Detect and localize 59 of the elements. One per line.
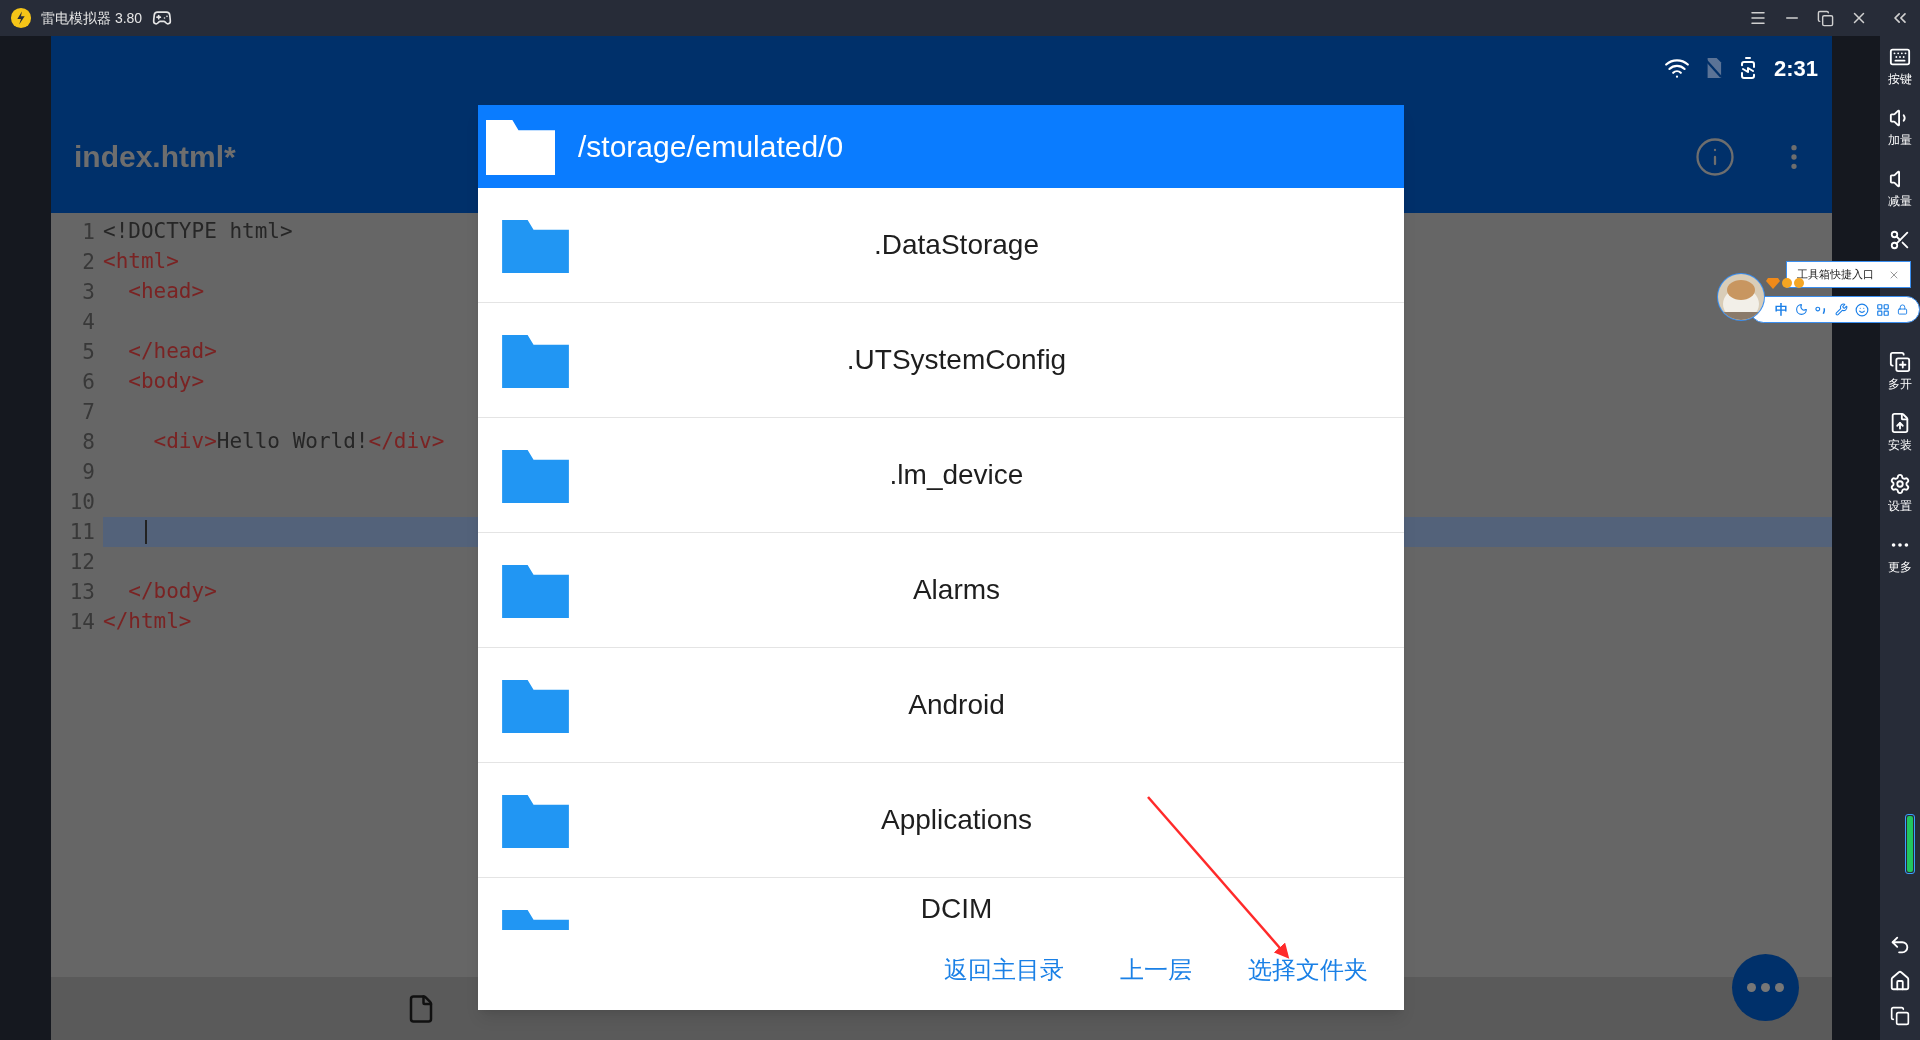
clock: 2:31 [1773, 54, 1818, 83]
wrench-icon[interactable] [1835, 303, 1848, 316]
code-line: <!DOCTYPE html> [103, 218, 293, 246]
folder-icon [502, 562, 569, 618]
code-line: </head> [127, 338, 217, 366]
code-line: <body> [127, 368, 205, 396]
code-line: <head> [127, 278, 205, 306]
punctuation-icon[interactable] [1815, 304, 1828, 315]
file-title: index.html* [74, 139, 236, 175]
grid-icon[interactable] [1876, 302, 1890, 317]
code-line: <div>Hello World!</div> [152, 428, 445, 456]
sidebar-label[interactable]: 更多 [1888, 558, 1912, 576]
dialog-button[interactable]: 选择文件夹 [1248, 952, 1368, 988]
sidebar-label[interactable]: 设置 [1888, 497, 1912, 515]
sidebar-label[interactable]: 安装 [1888, 436, 1912, 454]
install-icon[interactable] [1889, 412, 1911, 434]
folder-icon [502, 332, 569, 388]
settings-icon[interactable] [1889, 473, 1911, 495]
code-line: </html> [103, 608, 192, 636]
home-icon[interactable] [1889, 970, 1911, 992]
scissors-icon[interactable] [1889, 229, 1911, 251]
back-icon[interactable] [1889, 934, 1911, 956]
folder-row[interactable]: .UTSystemConfig [478, 303, 1404, 418]
current-path: /storage/emulated/0 [578, 129, 844, 165]
info-icon[interactable] [1694, 135, 1736, 178]
indicator-bar [1905, 814, 1915, 874]
sidebar-label[interactable]: 按键 [1888, 70, 1912, 88]
code-line: </body> [127, 578, 217, 606]
folder-row[interactable]: .lm_device [478, 418, 1404, 533]
moon-icon[interactable] [1795, 303, 1808, 316]
restore-icon[interactable] [1817, 9, 1834, 27]
sidebar-label[interactable]: 减量 [1888, 192, 1912, 210]
recent-apps-icon[interactable] [1890, 1006, 1910, 1026]
gamepad-icon[interactable] [152, 8, 173, 28]
code-line: <html> [103, 248, 179, 276]
keyboard-icon[interactable] [1889, 46, 1911, 68]
menu-icon[interactable] [1749, 9, 1767, 27]
folder-icon [502, 447, 569, 503]
folder-row[interactable]: Alarms [478, 533, 1404, 648]
sidebar-label[interactable]: 加量 [1888, 131, 1912, 149]
text-cursor [145, 520, 147, 544]
dialog-button[interactable]: 返回主目录 [944, 952, 1064, 988]
folder-icon [502, 792, 569, 848]
folder-row[interactable]: DCIM [478, 878, 1404, 930]
input-mode[interactable]: 中 [1775, 299, 1788, 320]
folder-row[interactable]: Applications [478, 763, 1404, 878]
toolbox-tooltip: 工具箱快捷入口 [1786, 261, 1911, 288]
smiley-icon[interactable] [1855, 302, 1869, 317]
dialog-button[interactable]: 上一层 [1120, 952, 1192, 988]
folder-row[interactable]: Android [478, 648, 1404, 763]
folder-row[interactable]: .DataStorage [478, 188, 1404, 303]
window-title: 雷电模拟器 3.80 [41, 8, 143, 28]
folder-icon [502, 677, 569, 733]
folder-icon [502, 217, 569, 273]
folder-icon [486, 118, 555, 175]
lock-icon[interactable] [1897, 304, 1908, 315]
sidebar-label[interactable]: 多开 [1888, 375, 1912, 393]
app-logo-icon [10, 7, 32, 29]
multi-window-icon[interactable] [1889, 351, 1911, 373]
